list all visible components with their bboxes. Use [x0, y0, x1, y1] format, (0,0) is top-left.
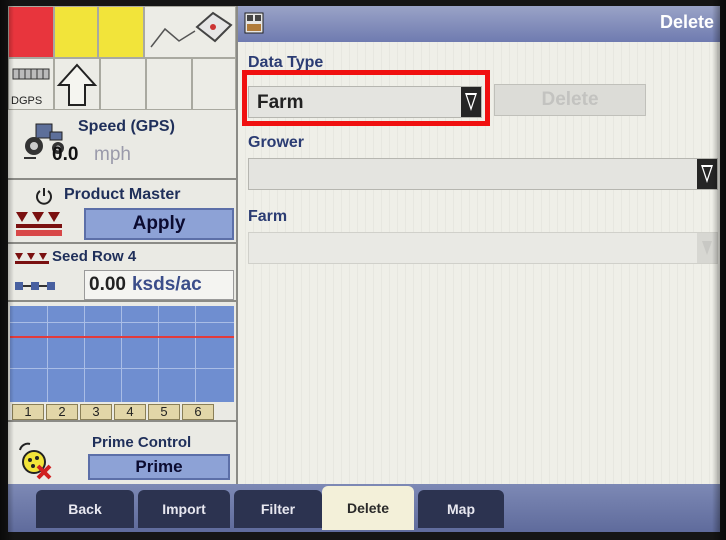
header-title: Delete — [659, 12, 714, 32]
status-cell-empty-2[interactable] — [146, 58, 192, 110]
row-number-6[interactable]: 6 — [182, 404, 214, 420]
grower-dropdown[interactable] — [248, 158, 718, 190]
up-arrow-icon — [56, 63, 98, 106]
speed-title: Speed (GPS) — [78, 118, 175, 135]
implement-icon — [150, 11, 233, 48]
seed-rate-unit: ksds/ac — [131, 274, 202, 295]
chart-gridline — [10, 368, 234, 369]
seed-rate-box[interactable]: 0.00 ksds/ac — [84, 270, 234, 300]
prime-button[interactable]: Prime — [88, 454, 230, 480]
antenna-icon — [12, 68, 50, 80]
row-number-5[interactable]: 5 — [148, 404, 180, 420]
planter-small-icon — [15, 253, 49, 264]
row-number-1[interactable]: 1 — [12, 404, 44, 420]
seed-row-block: Seed Row 4 0.00 ksds/ac — [8, 244, 236, 302]
status-grid: DGPS — [8, 6, 236, 110]
chart-divider — [84, 306, 85, 402]
tab-import[interactable]: Import — [138, 490, 230, 528]
speed-value: 0.0 — [52, 144, 79, 165]
target-rate-line — [10, 336, 234, 338]
implement-cell[interactable] — [144, 6, 236, 58]
farm-label: Farm — [248, 208, 288, 225]
delete-button[interactable]: Delete — [494, 84, 646, 116]
row-units-icon — [15, 282, 55, 290]
farm-dropdown[interactable] — [248, 232, 718, 264]
tab-bar: Back Import Filter Delete Map — [8, 484, 720, 532]
seed-rate-value: 0.00 — [89, 274, 126, 295]
row-number-3[interactable]: 3 — [80, 404, 112, 420]
dgps-label: DGPS — [11, 95, 43, 107]
row-number-strip: 123456 — [12, 404, 214, 422]
heading-cell[interactable] — [54, 58, 100, 110]
header-bar: Delete — [238, 6, 720, 42]
gps-status-cell[interactable]: DGPS — [8, 58, 54, 110]
status-cell-empty-3[interactable] — [192, 58, 236, 110]
device-screen: DGPS Speed (GPS) 0.0 mph Product Master … — [8, 6, 720, 532]
row-chart — [10, 306, 234, 402]
chart-divider — [195, 306, 196, 402]
status-cell-yellow-2[interactable] — [98, 6, 144, 58]
apply-button[interactable]: Apply — [84, 208, 234, 240]
tab-map[interactable]: Map — [418, 490, 504, 528]
product-master-block: Product Master Apply — [8, 180, 236, 244]
status-cell-empty-1[interactable] — [100, 58, 146, 110]
speed-unit: mph — [94, 144, 131, 165]
status-cell-red[interactable] — [8, 6, 54, 58]
data-icon — [244, 12, 264, 34]
left-status-panel: DGPS Speed (GPS) 0.0 mph Product Master … — [8, 6, 236, 484]
annotation-highlight-box — [242, 70, 490, 126]
tab-filter[interactable]: Filter — [234, 490, 322, 528]
speed-block[interactable]: Speed (GPS) 0.0 mph — [8, 110, 236, 180]
row-number-4[interactable]: 4 — [114, 404, 146, 420]
chart-gridline — [10, 322, 234, 323]
row-number-2[interactable]: 2 — [46, 404, 78, 420]
prime-control-block: Prime Control Prime — [8, 422, 236, 484]
prime-control-icon — [19, 442, 52, 480]
product-master-title: Product Master — [64, 186, 181, 203]
chart-divider — [121, 306, 122, 402]
tab-delete[interactable]: Delete — [322, 486, 414, 530]
chevron-down-icon[interactable] — [697, 233, 717, 263]
chart-divider — [158, 306, 159, 402]
prime-control-title: Prime Control — [92, 434, 192, 451]
tab-back[interactable]: Back — [36, 490, 134, 528]
grower-label: Grower — [248, 134, 305, 151]
chevron-down-icon[interactable] — [697, 159, 717, 189]
planter-icon — [16, 212, 62, 236]
delete-panel: Delete Data Type Farm Delete Grower Farm — [236, 6, 720, 484]
seed-row-title: Seed Row 4 — [52, 248, 137, 265]
chart-divider — [47, 306, 48, 402]
status-cell-yellow-1[interactable] — [54, 6, 98, 58]
power-icon — [36, 188, 52, 205]
row-chart-block[interactable]: 123456 — [8, 302, 236, 422]
